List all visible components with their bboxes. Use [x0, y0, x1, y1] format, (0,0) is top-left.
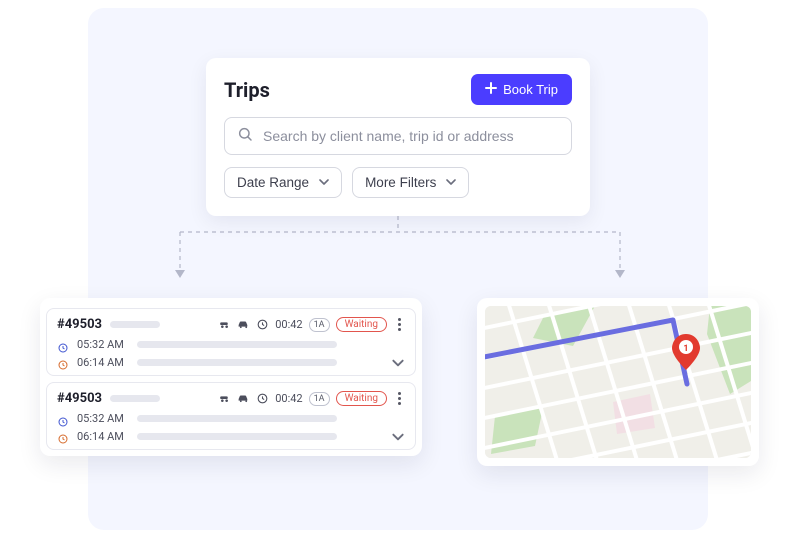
plus-icon — [485, 82, 497, 97]
date-range-label: Date Range — [237, 175, 309, 190]
caret-down-icon — [446, 175, 456, 190]
page-title: Trips — [224, 78, 270, 102]
pickup-clock-icon — [57, 339, 69, 351]
pickup-time: 05:32 AM — [77, 412, 129, 425]
trip-card[interactable]: #49503 00:42 1A Waiting — [46, 308, 416, 376]
placeholder-bar — [110, 395, 160, 402]
more-filters-label: More Filters — [365, 175, 436, 190]
dropoff-clock-icon — [57, 356, 69, 368]
status-badge: Waiting — [336, 391, 387, 406]
trip-menu-button[interactable] — [393, 318, 405, 332]
vehicle-icon — [237, 318, 250, 331]
trip-duration: 00:42 — [275, 392, 302, 405]
trip-card[interactable]: #49503 00:42 1A Waiting — [46, 382, 416, 450]
trip-id: #49503 — [57, 391, 102, 406]
book-trip-button[interactable]: Book Trip — [471, 74, 572, 105]
trip-duration: 00:42 — [275, 318, 302, 331]
caret-down-icon — [319, 175, 329, 190]
map-view[interactable]: 1 — [485, 306, 751, 458]
dropoff-clock-icon — [57, 430, 69, 442]
book-trip-label: Book Trip — [503, 82, 558, 97]
trip-menu-button[interactable] — [393, 392, 405, 406]
trip-id: #49503 — [57, 317, 102, 332]
placeholder-bar — [137, 341, 337, 348]
map-card: 1 — [477, 298, 759, 466]
dropoff-time: 06:14 AM — [77, 356, 129, 369]
map-pin-label: 1 — [683, 344, 688, 354]
passenger-badge: 1A — [309, 318, 330, 332]
more-filters-button[interactable]: More Filters — [352, 167, 469, 198]
expand-button[interactable] — [391, 429, 405, 443]
trip-list: #49503 00:42 1A Waiting — [40, 298, 422, 456]
search-icon — [237, 126, 253, 146]
pickup-clock-icon — [57, 413, 69, 425]
trips-panel: Trips Book Trip Date Range More Filters — [206, 58, 590, 216]
clock-icon — [256, 318, 269, 331]
status-badge: Waiting — [336, 317, 387, 332]
search-input[interactable] — [263, 128, 559, 144]
placeholder-bar — [110, 321, 160, 328]
wheelchair-icon — [218, 318, 231, 331]
placeholder-bar — [137, 415, 337, 422]
expand-button[interactable] — [391, 355, 405, 369]
date-range-filter[interactable]: Date Range — [224, 167, 342, 198]
clock-icon — [256, 392, 269, 405]
placeholder-bar — [137, 359, 337, 366]
wheelchair-icon — [218, 392, 231, 405]
placeholder-bar — [137, 433, 337, 440]
passenger-badge: 1A — [309, 392, 330, 406]
vehicle-icon — [237, 392, 250, 405]
pickup-time: 05:32 AM — [77, 338, 129, 351]
search-field[interactable] — [224, 117, 572, 155]
dropoff-time: 06:14 AM — [77, 430, 129, 443]
